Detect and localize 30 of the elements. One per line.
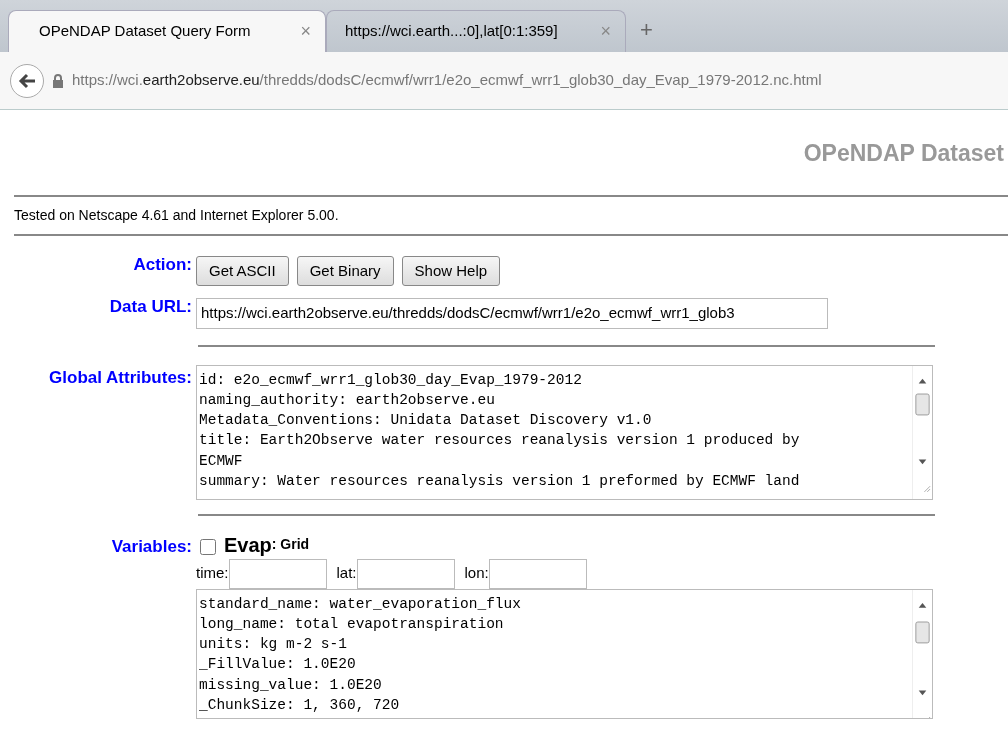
attributes-text: id: e2o_ecmwf_wrr1_glob30_day_Evap_1979-2012 naming_authority: earth2observe.eu Metadata_Conventions: Unidata Dataset Discovery v1.0 title: Earth2Observe water resources reanalysis version 1 produced by ECMWF summary: Water resources reanalysis version 1 preformed by ECMWF land: [198, 370, 801, 491]
variable-checkbox[interactable]: [200, 538, 216, 555]
field-label: Data URL:: [108, 296, 193, 318]
dimension-label: time:: [196, 563, 229, 584]
field-label: Global Attributes:: [48, 366, 193, 389]
url-field[interactable]: https://wci.earth2observe.eu/thredds/dodsC/ecmwf/wrr1/e2o_ecmwf_wrr1_glob3: [196, 298, 828, 329]
field-label: Variables:: [110, 535, 193, 558]
scrollbar-icon[interactable]: [912, 589, 932, 718]
page-heading: OPeNDAP Dataset: [802, 139, 1004, 168]
variable-name: Evap: [224, 534, 272, 555]
variable-attributes-text: standard_name: water_evaporation_flux long_name: total evapotranspiration units: kg m-2 s-1 _FillValue: 1.0E20 missing_value: 1.0E20 _ChunkSize: 1, 360, 720: [198, 594, 522, 715]
back-button[interactable]: [10, 63, 44, 98]
dimension-field[interactable]: [228, 558, 327, 589]
action-button[interactable]: Show Help: [401, 255, 501, 286]
new-tab-button[interactable]: +: [626, 13, 667, 52]
field-label: Action:: [132, 253, 193, 276]
lock-icon: [52, 73, 64, 88]
action-button[interactable]: Get Binary: [296, 255, 394, 286]
tab-title: OPeNDAP Dataset Query Form: [39, 21, 251, 42]
variable-type: : Grid: [271, 534, 310, 554]
tab-title: https://wci.earth...:0],lat[0:1:359]: [345, 21, 558, 42]
dimension-field[interactable]: [356, 558, 455, 589]
action-button[interactable]: Get ASCII: [196, 255, 289, 286]
dimension-label: lat:: [336, 563, 357, 584]
browser-tab[interactable]: OPeNDAP Dataset Query Form ×: [8, 10, 326, 52]
browser-note: Tested on Netscape 4.61 and Internet Explorer 5.00.: [14, 206, 339, 223]
scrollbar-icon[interactable]: [912, 365, 932, 499]
dimension-field[interactable]: [488, 558, 587, 589]
dimension-label: lon:: [464, 563, 489, 584]
back-arrow-icon: [18, 72, 36, 89]
